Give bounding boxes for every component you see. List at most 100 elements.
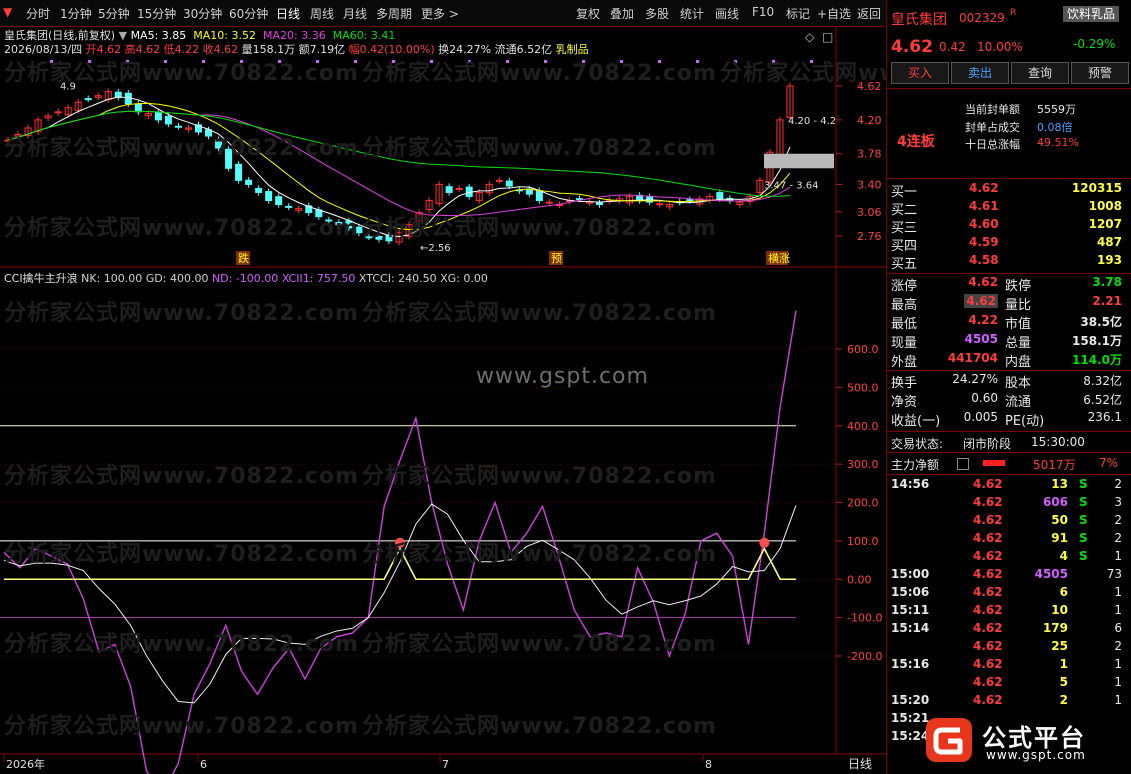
- watermark: 分析家公式网www.70822.com: [4, 464, 359, 489]
- toolbar-item-60min[interactable]: 60分钟: [229, 5, 268, 22]
- alert-button[interactable]: 预警: [1071, 62, 1129, 84]
- tick-row: 4.62 25 2: [887, 639, 1131, 657]
- buy-button[interactable]: 买入: [891, 62, 949, 84]
- tick-price: 4.62: [973, 495, 1003, 509]
- tick-volume: 1: [1059, 657, 1068, 671]
- ind-tick-label: 0.00: [847, 573, 872, 586]
- toolbar-item-1min[interactable]: 1分钟: [60, 5, 92, 22]
- divider: [887, 178, 1131, 179]
- toolbar-item-add-favorite[interactable]: +自选: [817, 5, 851, 22]
- bid-volume: 1008: [1088, 199, 1122, 213]
- grid-icon[interactable]: [957, 458, 969, 470]
- stat-value: 8.32亿: [1083, 374, 1122, 388]
- toolbar-item-f10[interactable]: F10: [752, 5, 774, 19]
- tick-row: 14:56 4.62 13 S 2: [887, 477, 1131, 495]
- sector-badge[interactable]: 饮料乳品: [1063, 6, 1119, 22]
- tick-time: 15:00: [891, 567, 930, 581]
- toolbar-item-multi-period[interactable]: 多周期: [376, 5, 412, 22]
- toolbar-item-30min[interactable]: 30分钟: [183, 5, 222, 22]
- watermark: 分析家公式网www.70822.com: [362, 216, 717, 241]
- stock-name: 皇氏集团: [891, 12, 947, 28]
- candle: [84, 98, 92, 101]
- stat-label: 涨停: [891, 279, 918, 294]
- tick-count: 2: [1114, 477, 1122, 491]
- net-flow-bar: [983, 460, 1005, 466]
- stat-value: 4.22: [968, 313, 998, 327]
- brand-url: www.gspt.com: [986, 748, 1086, 762]
- bid-row[interactable]: 买四 4.59 487: [887, 235, 1131, 254]
- brand-logo: 公式平台 www.gspt.com: [920, 712, 1130, 768]
- stat-row: 净资 0.60 流通 6.52亿: [887, 391, 1131, 410]
- stock-flag: R: [1010, 8, 1017, 18]
- seal-amount-label: 当前封单额: [965, 103, 1020, 116]
- candle: [285, 205, 293, 208]
- param-nd: ND: -100.00: [211, 272, 279, 285]
- tick-price: 4.62: [973, 657, 1003, 671]
- watermark: 分析家公式网www.70822.com: [362, 714, 717, 739]
- tick-count: 73: [1106, 567, 1122, 581]
- marker-label: 预: [551, 252, 562, 265]
- bid-row[interactable]: 买一 4.62 120315: [887, 181, 1131, 200]
- query-button[interactable]: 查询: [1011, 62, 1069, 84]
- bid-price: 4.60: [969, 217, 999, 231]
- toolbar-item-15min[interactable]: 15分钟: [137, 5, 176, 22]
- tick-time: 15:06: [891, 585, 930, 599]
- tick-volume: 25: [1051, 639, 1068, 653]
- toolbar-item-weekly[interactable]: 周线: [310, 5, 334, 22]
- tick-count: 2: [1114, 639, 1122, 653]
- highlight-box: [764, 153, 834, 169]
- sell-button[interactable]: 卖出: [951, 62, 1009, 84]
- box-low-label: 3.47 - 3.64: [764, 180, 819, 191]
- watermark-center: www.gspt.com: [476, 364, 649, 389]
- ind-tick-label: -100.0: [847, 612, 882, 625]
- brand-logo-icon: [926, 718, 972, 762]
- toolbar-item-monthly[interactable]: 月线: [343, 5, 367, 22]
- toolbar-item-draw[interactable]: 画线: [715, 5, 739, 22]
- stat-label: 现量: [891, 336, 918, 351]
- tick-row: 4.62 50 S 2: [887, 513, 1131, 531]
- watermark: 分析家公式网www.70822.com: [362, 136, 717, 161]
- ind-tick-label: 300.0: [847, 458, 879, 471]
- toolbar-item-more[interactable]: 更多 >: [421, 5, 459, 22]
- stat-value: 114.0万: [1072, 353, 1122, 367]
- toolbar-item-daily[interactable]: 日线: [276, 5, 300, 22]
- box-high-label: 4.20 - 4.2: [788, 116, 836, 127]
- tick-row: 4.62 606 S 3: [887, 495, 1131, 513]
- candle: [235, 163, 243, 181]
- toolbar-item-back[interactable]: 返回: [857, 5, 881, 22]
- watermark: 分析家公式网www.70822.com: [4, 216, 359, 241]
- candle: [596, 202, 604, 206]
- tick-volume: 10: [1051, 603, 1068, 617]
- divider: [887, 474, 1131, 475]
- marker-label: 横涨: [768, 251, 790, 265]
- watermark: 分析家公式网www.70822.com: [4, 61, 359, 86]
- toolbar-item-overlay[interactable]: 叠加: [610, 5, 634, 22]
- trade-status: 闭市阶段: [963, 437, 1012, 451]
- tick-side: S: [1079, 477, 1088, 491]
- tick-price: 4.62: [973, 639, 1003, 653]
- bid-row[interactable]: 买二 4.61 1008: [887, 199, 1131, 218]
- toolbar-item-fenshi[interactable]: 分时: [26, 5, 50, 22]
- toolbar-item-stats[interactable]: 统计: [680, 5, 704, 22]
- bid-volume: 193: [1096, 253, 1122, 267]
- bid-row[interactable]: 买三 4.60 1207: [887, 217, 1131, 236]
- dropdown-icon[interactable]: ▼: [3, 5, 12, 19]
- ind-tick-label: -200.0: [847, 650, 882, 663]
- tick-count: 1: [1114, 657, 1122, 671]
- price-tick-label: 3.40: [857, 178, 882, 191]
- candle: [54, 111, 62, 114]
- toolbar-item-mark[interactable]: 标记: [786, 5, 810, 22]
- low-annotation: ←2.56: [420, 243, 451, 254]
- bid-price: 4.59: [969, 235, 999, 249]
- tick-count: 3: [1114, 495, 1122, 509]
- toolbar-item-multi-stock[interactable]: 多股: [645, 5, 669, 22]
- bid-row[interactable]: 买五 4.58 193: [887, 253, 1131, 272]
- tick-row: 4.62 4 S 1: [887, 549, 1131, 567]
- bid-label: 买五: [891, 257, 918, 272]
- tick-price: 4.62: [973, 621, 1003, 635]
- toolbar-item-fuquan[interactable]: 复权: [576, 5, 600, 22]
- bid-volume: 1207: [1088, 217, 1122, 231]
- candle: [154, 111, 162, 121]
- toolbar-item-5min[interactable]: 5分钟: [98, 5, 130, 22]
- param-xtcci: XTCCI: 240.50: [358, 272, 437, 285]
